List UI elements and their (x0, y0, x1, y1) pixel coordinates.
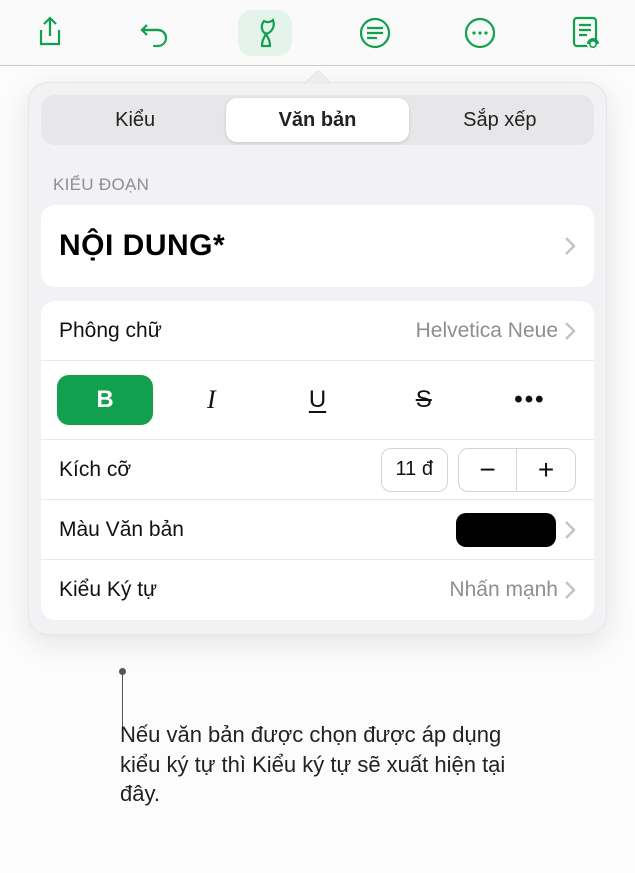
format-popover: Kiểu Văn bản Sắp xếp KIỂU ĐOẠN NỘI DUNG*… (28, 82, 607, 635)
strikethrough-button[interactable]: S (376, 375, 472, 425)
top-toolbar (0, 0, 635, 66)
size-field[interactable]: 11 đ (381, 448, 448, 492)
character-style-label: Kiểu Ký tự (59, 578, 157, 602)
section-header-paragraph-style: KIỂU ĐOẠN (29, 157, 606, 205)
segmented-control: Kiểu Văn bản Sắp xếp (41, 95, 594, 145)
tab-text[interactable]: Văn bản (226, 98, 408, 142)
size-row: Kích cỡ 11 đ − + (41, 440, 594, 500)
callout-text: Nếu văn bản được chọn được áp dụng kiểu … (120, 720, 540, 809)
paragraph-style-row[interactable]: NỘI DUNG* (41, 205, 594, 287)
font-row[interactable]: Phông chữ Helvetica Neue (41, 301, 594, 361)
size-stepper: − + (458, 448, 576, 492)
more-formatting-button[interactable]: ••• (482, 375, 578, 425)
text-options-card: Phông chữ Helvetica Neue B I U S ••• Kíc… (41, 301, 594, 620)
text-color-row[interactable]: Màu Văn bản (41, 500, 594, 560)
underline-button[interactable]: U (269, 375, 365, 425)
chevron-right-icon (564, 321, 576, 341)
color-swatch (456, 513, 556, 547)
size-decrease-button[interactable]: − (459, 449, 517, 491)
format-buttons-row: B I U S ••• (41, 361, 594, 440)
bold-button[interactable]: B (57, 375, 153, 425)
reader-view-icon[interactable] (563, 11, 607, 55)
fade-edge (20, 680, 615, 704)
format-brush-icon[interactable] (238, 10, 292, 56)
size-label: Kích cỡ (59, 458, 131, 482)
tab-arrange[interactable]: Sắp xếp (409, 98, 591, 142)
character-style-row[interactable]: Kiểu Ký tự Nhấn mạnh (41, 560, 594, 620)
chevron-right-icon (564, 580, 576, 600)
undo-icon[interactable] (133, 11, 177, 55)
tab-style[interactable]: Kiểu (44, 98, 226, 142)
character-style-value: Nhấn mạnh (449, 578, 558, 602)
text-color-label: Màu Văn bản (59, 518, 184, 542)
insert-icon[interactable] (353, 11, 397, 55)
italic-button[interactable]: I (163, 375, 259, 425)
size-increase-button[interactable]: + (517, 449, 575, 491)
chevron-right-icon (564, 520, 576, 540)
popover-tail (304, 70, 330, 84)
font-value: Helvetica Neue (416, 319, 558, 343)
chevron-right-icon (564, 236, 576, 256)
more-icon[interactable] (458, 11, 502, 55)
paragraph-style-name: NỘI DUNG* (59, 229, 564, 263)
font-label: Phông chữ (59, 319, 162, 343)
share-icon[interactable] (28, 11, 72, 55)
